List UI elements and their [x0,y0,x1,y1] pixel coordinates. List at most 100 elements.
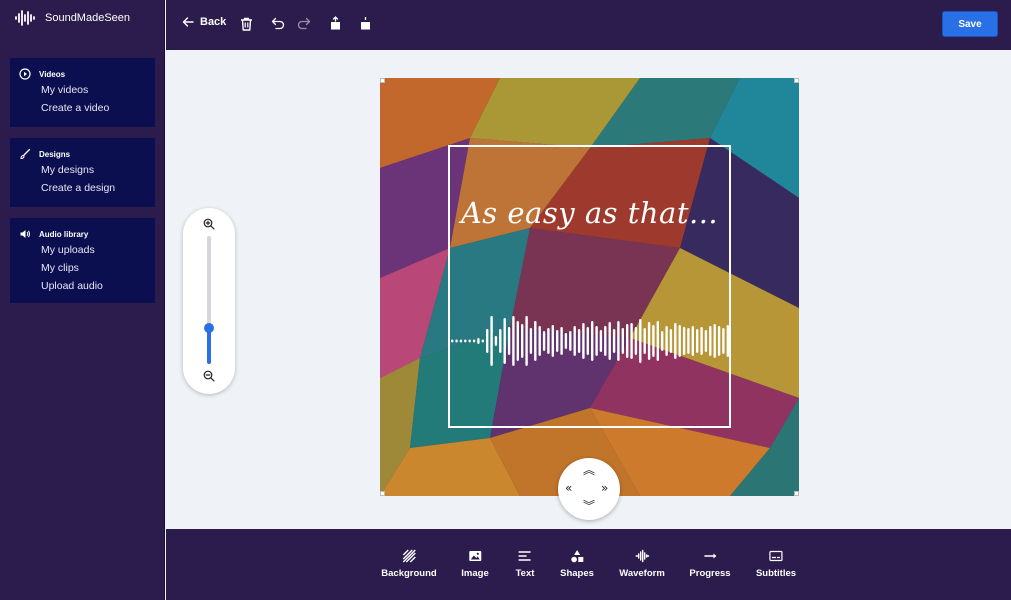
send-backward-button[interactable] [359,16,372,31]
waveform-bar [586,327,589,355]
waveform-bar [612,329,616,353]
waveform-bar [678,325,681,357]
nav-group-videos: Videos My videos Create a video [10,58,155,127]
waveform-bar [682,327,686,355]
waveform-bar [700,327,703,355]
save-button[interactable]: Save [942,11,998,37]
tool-shapes[interactable]: Shapes [560,549,594,579]
sidebar-item-my-videos[interactable]: My videos [19,81,155,99]
waveform-bar [709,326,712,356]
waveform-bar [608,322,611,360]
waveform-bar [481,339,484,343]
waveform-bar [643,328,646,354]
move-right-icon[interactable]: » [601,482,608,494]
waveform-bar [621,328,624,354]
back-button[interactable]: Back [182,16,226,28]
redo-button[interactable] [297,17,311,30]
layer-down-icon [361,16,370,30]
move-down-icon[interactable]: ︾ [583,500,595,512]
waveform-bar [564,333,568,349]
nav-head-audio[interactable]: Audio library [19,227,155,241]
back-label: Back [200,16,227,28]
move-control: ︽ ︾ « » [558,458,620,520]
design-canvas[interactable]: As easy as that... [380,78,799,496]
app-name: SoundMadeSeen [45,12,131,24]
nav-group-designs: Designs My designs Create a design [10,138,155,207]
top-toolbar: Back Save [166,0,1011,50]
sidebar-item-upload-audio[interactable]: Upload audio [19,277,155,295]
sidebar-item-my-designs[interactable]: My designs [19,161,155,179]
tool-label: Waveform [619,568,665,579]
zoom-slider-fill [207,328,211,364]
nav-head-designs[interactable]: Designs [19,147,155,161]
waveform-bar [477,338,480,344]
waveform-bar [556,330,559,352]
waveform-bar [630,323,633,359]
arrow-left-icon [182,17,194,27]
waveform-bar [634,327,638,355]
waveform-bar [521,324,524,358]
waveform-bar [507,327,511,355]
progress-arrow-icon [704,553,716,559]
waveform-bar [560,327,563,355]
zoom-slider-thumb[interactable] [204,323,214,334]
waveform[interactable] [450,311,730,371]
headline-text[interactable]: As easy as that... [380,196,799,230]
subtitles-icon [769,550,783,562]
tool-image[interactable]: Image [461,549,489,579]
waveform-bar [573,326,576,356]
play-circle-icon [19,68,31,80]
waveform-bar [656,321,659,361]
waveform-bar [665,326,668,356]
waveform-bar [669,329,673,353]
shapes-icon [571,550,584,563]
tool-progress[interactable]: Progress [689,549,731,579]
selection-frame[interactable] [448,145,731,428]
delete-button[interactable] [240,17,253,31]
waveform-bar [652,325,655,357]
waveform-bar [490,316,493,366]
tool-label: Shapes [560,568,594,579]
waveform-bar [617,321,620,361]
waveform-bar [704,330,708,352]
waveform-bar [626,324,629,358]
resize-handle[interactable] [794,491,799,496]
resize-handle[interactable] [380,491,385,496]
sidebar-item-my-uploads[interactable]: My uploads [19,241,155,259]
nav-head-videos[interactable]: Videos [19,67,155,81]
tool-waveform[interactable]: Waveform [619,549,665,579]
waveform-bar [494,336,498,346]
resize-handle[interactable] [380,78,385,83]
tool-text[interactable]: Text [516,549,534,579]
undo-button[interactable] [271,17,285,30]
waveform-bar [455,339,458,343]
sidebar-item-create-video[interactable]: Create a video [19,99,155,117]
sidebar-item-create-design[interactable]: Create a design [19,179,155,197]
trash-icon [241,17,252,31]
zoom-slider[interactable] [204,236,214,364]
waveform-bar [486,329,489,353]
move-up-icon[interactable]: ︽ [583,464,595,476]
move-left-icon[interactable]: « [565,482,572,494]
waveform-bar [661,331,664,351]
waveform-bar [534,321,537,361]
waveform-bar [468,339,471,343]
tool-label: Background [381,568,437,579]
waveform-bar [691,326,694,356]
waveform-bar [472,339,476,343]
bring-forward-button[interactable] [329,16,342,31]
tool-label: Subtitles [755,568,797,579]
resize-handle[interactable] [794,78,799,83]
sidebar-item-my-clips[interactable]: My clips [19,259,155,277]
tool-label: Progress [689,568,731,579]
nav-group-audio: Audio library My uploads My clips Upload… [10,218,155,303]
zoom-out-icon[interactable] [203,370,215,382]
undo-icon [271,17,285,30]
zoom-control [183,208,235,394]
tool-background[interactable]: Background [381,549,437,579]
brand[interactable]: SoundMadeSeen [14,9,130,27]
tool-subtitles[interactable]: Subtitles [756,549,796,579]
waveform-bar [599,330,603,352]
waveform-bar [582,323,585,359]
zoom-in-icon[interactable] [203,218,215,230]
